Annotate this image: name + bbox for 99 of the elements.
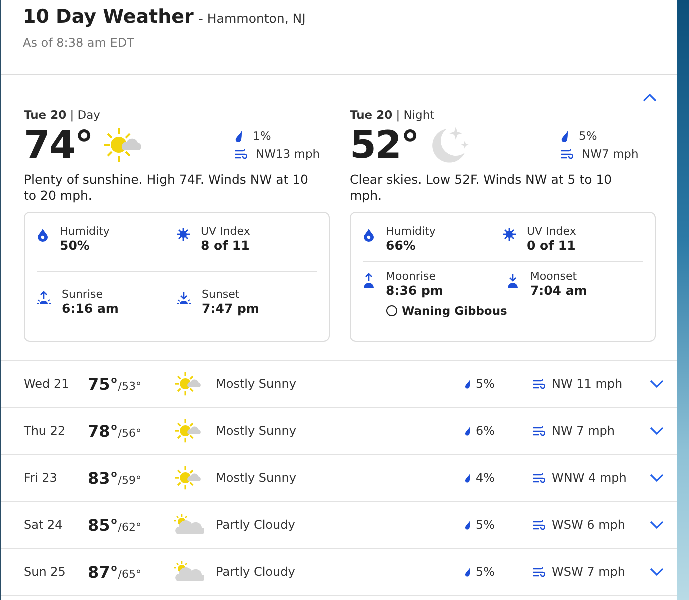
wind-icon <box>532 472 545 484</box>
day-label: Thu 22 <box>24 424 67 438</box>
sun-icon <box>177 228 190 241</box>
updated-time: As of 8:38 am EDT <box>23 36 136 50</box>
low-temp: /59° <box>118 474 142 486</box>
detail-value: 66% <box>386 238 417 253</box>
moonrise-icon <box>363 273 375 289</box>
day-label: Wed 21 <box>24 377 70 391</box>
precip-chance: 5% <box>476 518 496 532</box>
detail-label: UV Index <box>527 225 576 238</box>
expand-icon[interactable] <box>650 380 664 388</box>
low-temp: /56° <box>118 426 142 440</box>
detail-value: 6:16 am <box>62 301 119 316</box>
detail-label: Moonset <box>530 270 578 283</box>
high-temp: 87° <box>88 562 118 582</box>
high-temp: 75° <box>88 374 118 394</box>
wind-speed: NW 7 mph <box>552 424 616 438</box>
sun-cloud-icon <box>174 418 204 444</box>
high-temp: 83° <box>88 468 118 488</box>
high-temp: 78° <box>88 422 118 440</box>
detail-value: 0 of 11 <box>527 238 576 253</box>
detail-label: Humidity <box>60 225 110 238</box>
sunrise-icon <box>37 291 51 305</box>
water-drop-icon <box>37 228 49 242</box>
expand-icon[interactable] <box>650 520 664 530</box>
raindrop-icon <box>234 130 244 142</box>
expand-icon[interactable] <box>650 568 664 576</box>
detail-label: Humidity <box>386 225 436 238</box>
detail-label: Sunrise <box>62 288 104 301</box>
moon-phase: Waning Gibbous <box>402 304 508 318</box>
detail-label: Moonrise <box>386 270 437 283</box>
condition-text: Partly Cloudy <box>216 518 296 532</box>
condition-text: Mostly Sunny <box>216 471 298 485</box>
detail-value: 8:36 pm <box>386 283 444 298</box>
raindrop-icon <box>464 519 472 531</box>
condition-text: Mostly Sunny <box>216 424 298 438</box>
partly-cloudy-icon <box>174 514 204 536</box>
water-drop-icon <box>363 228 375 242</box>
wind-icon <box>532 378 545 390</box>
raindrop-icon <box>464 378 472 390</box>
detail-value: 8 of 11 <box>201 238 250 253</box>
raindrop-icon <box>560 130 570 142</box>
low-temp: /62° <box>118 520 142 534</box>
precip-chance: 5% <box>579 129 598 143</box>
high-temp: 85° <box>88 516 118 534</box>
day-label: Fri 23 <box>24 471 58 485</box>
sunset-icon <box>177 291 191 305</box>
collapse-button[interactable] <box>643 93 657 102</box>
wind-speed: NW13 mph <box>256 147 320 161</box>
condition-text: Partly Cloudy <box>216 565 296 579</box>
period-label: Tue 20 | Night <box>350 108 436 122</box>
low-temp: /65° <box>118 568 142 580</box>
expand-icon[interactable] <box>650 474 664 482</box>
precip-chance: 6% <box>476 424 496 438</box>
detail-label: UV Index <box>201 225 250 238</box>
condition-text: Mostly Sunny <box>216 377 298 391</box>
period-label: Tue 20 | Day <box>24 108 102 122</box>
day-label: Sat 24 <box>24 518 64 532</box>
wind-speed: NW7 mph <box>582 147 639 161</box>
day-label: Sun 25 <box>24 565 67 579</box>
sun-cloud-icon <box>174 371 204 397</box>
precip-chance: 5% <box>476 565 496 579</box>
wind-speed: WNW 4 mph <box>552 471 627 485</box>
raindrop-icon <box>464 566 472 578</box>
wind-icon <box>532 520 545 530</box>
sun-icon <box>503 228 516 241</box>
wind-icon <box>560 148 573 160</box>
page-title: 10 Day Weather <box>23 6 194 28</box>
wind-speed: NW 11 mph <box>552 377 623 391</box>
moon-phase-icon <box>386 305 398 317</box>
moonset-icon <box>507 273 520 289</box>
day-row[interactable]: Sun 25 87°/65° Partly Cloudy 5% WSW 7 mph <box>1 549 677 596</box>
day-row[interactable]: Wed 21 75°/53° Mostly Sunny 5% NW 11 mph <box>1 361 677 408</box>
day-row[interactable]: Thu 22 78°/56° Mostly Sunny 6% NW 7 mph <box>1 408 677 455</box>
raindrop-icon <box>464 472 472 484</box>
detail-value: 7:04 am <box>530 283 588 298</box>
partly-cloudy-icon <box>174 561 204 583</box>
forecast-summary: Clear skies. Low 52F. Winds NW at 5 to 10 mph. <box>350 172 614 204</box>
day-row[interactable]: Fri 23 83°/59° Mostly Sunny 4% WNW 4 mph <box>1 455 677 502</box>
detail-value: 7:47 pm <box>202 301 260 316</box>
location-text: - Hammonton, NJ <box>198 11 306 26</box>
wind-speed: WSW 7 mph <box>552 565 626 579</box>
forecast-summary: Plenty of sunshine. High 74F. Winds NW at 10 to 20 mph. <box>24 172 309 204</box>
sun-cloud-icon <box>174 465 204 491</box>
precip-chance: 1% <box>253 129 272 143</box>
precip-chance: 5% <box>476 377 496 391</box>
temperature: 74° <box>24 123 93 167</box>
temperature: 52° <box>350 123 419 167</box>
wind-icon <box>234 148 247 160</box>
wind-icon <box>532 566 545 578</box>
low-temp: /53° <box>118 380 142 392</box>
precip-chance: 4% <box>476 471 496 485</box>
day-row[interactable]: Sat 24 85°/62° Partly Cloudy 5% WSW 6 mph <box>1 502 677 549</box>
expand-icon[interactable] <box>650 426 664 436</box>
detail-value: 50% <box>60 238 91 253</box>
raindrop-icon <box>464 425 472 437</box>
detail-label: Sunset <box>202 288 241 301</box>
wind-icon <box>532 426 545 436</box>
wind-speed: WSW 6 mph <box>552 518 626 532</box>
